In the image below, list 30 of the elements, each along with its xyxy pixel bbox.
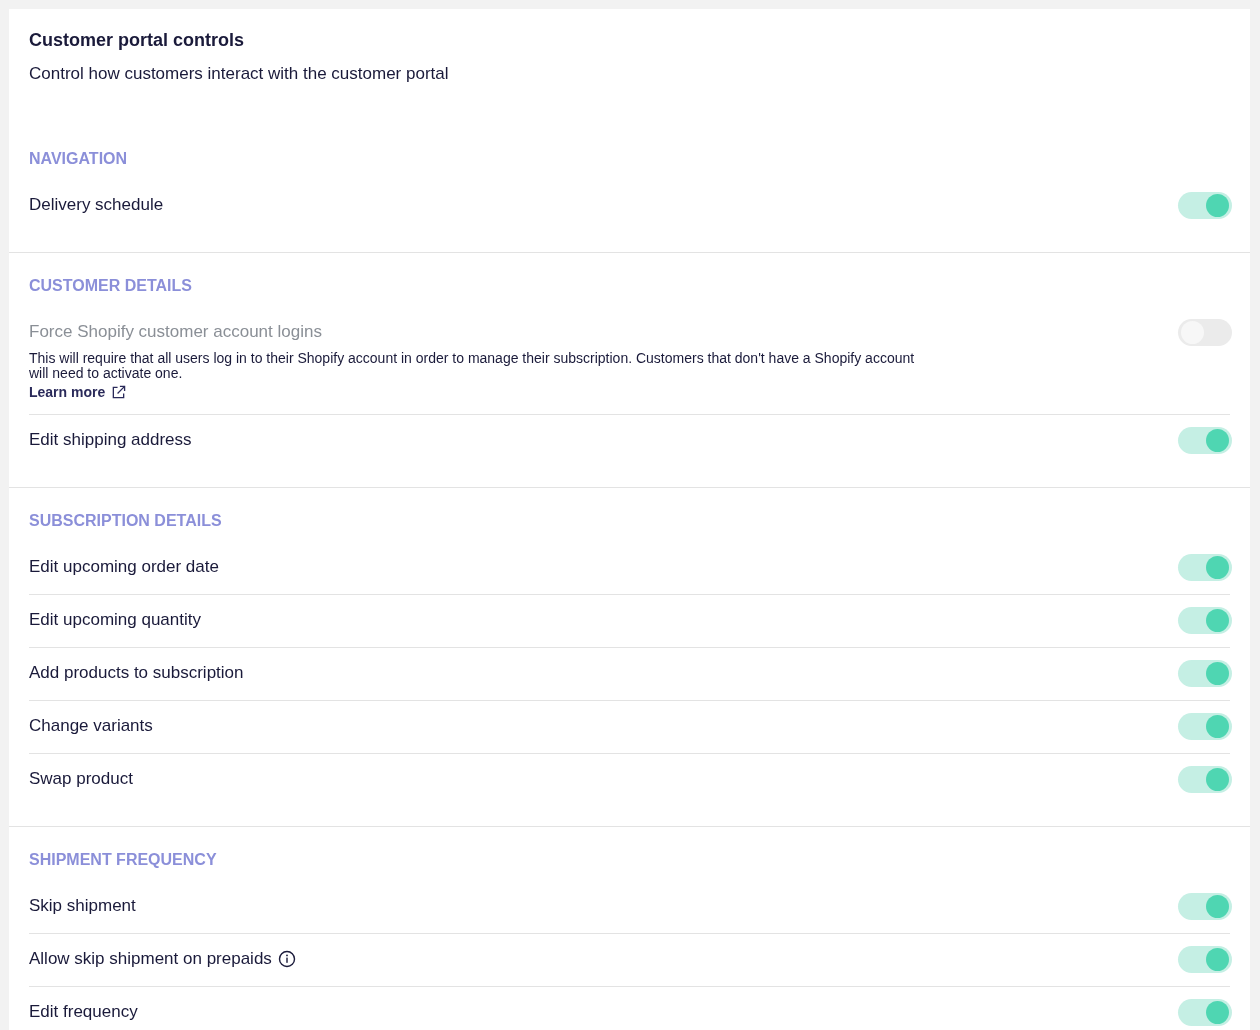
page-title: Customer portal controls: [29, 29, 246, 52]
setting-label: Edit shipping address: [29, 429, 192, 451]
toggle-switch[interactable]: [1178, 999, 1232, 1026]
toggle-switch[interactable]: [1178, 766, 1232, 793]
section-heading: NAVIGATION: [29, 149, 129, 169]
toggle-switch[interactable]: [1178, 554, 1232, 581]
setting-label: Force Shopify customer account logins: [29, 321, 322, 343]
setting-label: Swap product: [29, 768, 133, 790]
setting-label: Edit frequency: [29, 1001, 138, 1023]
setting-label: Allow skip shipment on prepaids: [29, 948, 272, 970]
setting-label: Add products to subscription: [29, 662, 244, 684]
setting-label: Skip shipment: [29, 895, 136, 917]
setting-label: Edit upcoming quantity: [29, 609, 201, 631]
info-icon[interactable]: [277, 949, 296, 968]
setting-description: This will require that all users log in to their Shopify account in order to manage their subscription. Customers that don't have a Shopify account will need to activate one.: [29, 351, 916, 381]
setting-label: Change variants: [29, 715, 153, 737]
toggle-switch[interactable]: [1178, 427, 1232, 454]
toggle-switch[interactable]: [1178, 893, 1232, 920]
toggle-switch[interactable]: [1178, 660, 1232, 687]
toggle-switch[interactable]: [1178, 713, 1232, 740]
section-heading: SHIPMENT FREQUENCY: [29, 850, 218, 870]
toggle-switch[interactable]: [1178, 946, 1232, 973]
setting-label: Delivery schedule: [29, 194, 164, 216]
page-subtitle: Control how customers interact with the customer portal: [29, 63, 450, 85]
section-heading: CUSTOMER DETAILS: [29, 276, 193, 296]
toggle-switch[interactable]: [1178, 192, 1232, 219]
setting-label: Edit upcoming order date: [29, 556, 219, 578]
external-link-icon: [111, 384, 127, 400]
toggle-switch[interactable]: [1178, 607, 1232, 634]
section-heading: SUBSCRIPTION DETAILS: [29, 511, 223, 531]
